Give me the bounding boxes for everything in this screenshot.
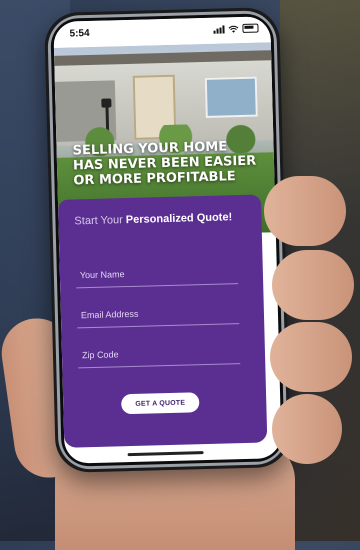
hand-finger-1: [264, 176, 346, 246]
quote-form-card: Start Your Personalized Quote! GET A QUO…: [57, 194, 268, 448]
house-window: [204, 76, 258, 118]
signal-icon: [213, 24, 225, 34]
home-indicator: [127, 451, 204, 457]
wifi-icon: [228, 25, 239, 33]
status-icons: [213, 23, 259, 34]
name-input[interactable]: [75, 263, 247, 283]
hand-finger-4: [272, 394, 342, 464]
heading-personalized-quote: Personalized Quote!: [125, 211, 233, 227]
zip-field: [77, 341, 249, 369]
phone-device: 5:54 SELLING YOUR HOME HAS NEVER BEEN EA…: [44, 7, 291, 473]
zip-input[interactable]: [77, 343, 249, 363]
phone-screen: 5:54 SELLING YOUR HOME HAS NEVER BEEN EA…: [53, 16, 282, 464]
hand-finger-2: [272, 250, 354, 320]
heading-start-your: Start Your: [74, 214, 123, 228]
status-time: 5:54: [69, 27, 90, 40]
email-input[interactable]: [76, 303, 248, 323]
hand-finger-3: [270, 322, 352, 392]
quote-form-heading: Start Your Personalized Quote!: [74, 211, 232, 227]
name-field: [75, 261, 247, 289]
email-field: [76, 301, 248, 329]
battery-icon: [242, 23, 259, 33]
get-quote-button[interactable]: GET A QUOTE: [121, 392, 200, 415]
hero-title: SELLING YOUR HOME HAS NEVER BEEN EASIER …: [72, 138, 263, 188]
